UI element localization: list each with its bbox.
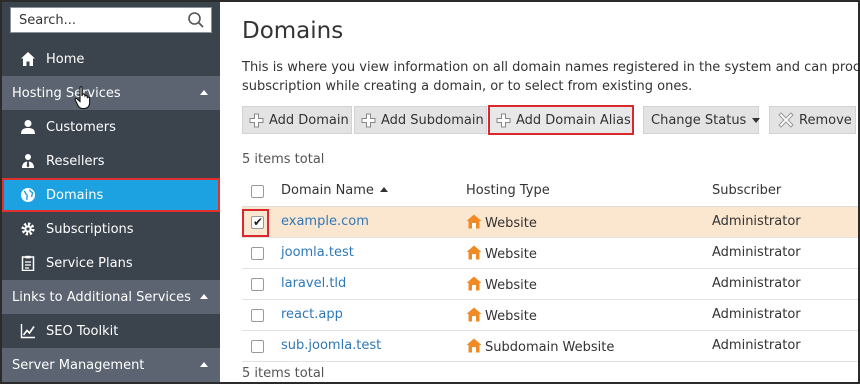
search-box[interactable] <box>10 7 212 33</box>
section-links-additional-services[interactable]: Links to Additional Services <box>2 280 220 314</box>
table-row[interactable]: ✔ example.com Website Administrator <box>242 207 858 238</box>
domain-link[interactable]: laravel.tld <box>281 276 346 291</box>
gear-icon <box>20 221 36 237</box>
subdomain-house-icon <box>466 338 482 353</box>
clipboard-icon <box>20 255 36 271</box>
plus-icon <box>361 113 376 127</box>
sidebar: Home Hosting Services Customers Reseller… <box>2 2 220 382</box>
column-header-subscriber[interactable]: Subscriber <box>712 183 781 198</box>
add-subdomain-button[interactable]: Add Subdomain <box>354 106 487 134</box>
hosting-type-cell: Website <box>466 276 537 293</box>
items-total: 5 items total <box>242 152 325 167</box>
hosting-type-cell: Website <box>466 307 537 324</box>
domain-link[interactable]: example.com <box>281 214 369 229</box>
domain-link[interactable]: joomla.test <box>281 245 354 260</box>
hosting-type-label: Website <box>485 247 537 262</box>
collapse-caret-icon[interactable] <box>200 294 208 299</box>
hosting-type-cell: Website <box>466 214 537 231</box>
column-header-label: Domain Name <box>281 183 374 198</box>
chart-icon <box>20 323 36 339</box>
subscriber-cell: Administrator <box>712 276 801 291</box>
section-label: Server Management <box>12 357 145 373</box>
sidebar-item-label: Resellers <box>46 153 105 169</box>
plus-icon <box>496 113 511 127</box>
page-description: This is where you view information on al… <box>242 58 860 96</box>
reseller-icon <box>20 153 36 169</box>
section-label: Hosting Services <box>12 85 121 101</box>
sidebar-item-service-plans[interactable]: Service Plans <box>2 246 220 280</box>
hosting-type-cell: Subdomain Website <box>466 338 614 355</box>
collapse-caret-icon[interactable] <box>200 90 208 95</box>
app-window: Home Hosting Services Customers Reseller… <box>0 0 860 384</box>
search-input[interactable] <box>11 8 181 32</box>
main-content: Domains This is where you view informati… <box>220 2 860 382</box>
hosting-type-label: Website <box>485 278 537 293</box>
sidebar-item-label: Subscriptions <box>46 221 134 237</box>
website-house-icon <box>466 214 482 229</box>
button-label: Change Status <box>651 112 747 128</box>
search-icon[interactable] <box>187 11 205 29</box>
row-checkbox[interactable] <box>251 340 264 353</box>
sidebar-item-customers[interactable]: Customers <box>2 110 220 144</box>
home-icon <box>20 51 36 67</box>
change-status-dropdown[interactable]: Change Status <box>643 106 761 134</box>
sidebar-item-label: Domains <box>46 187 104 203</box>
plus-icon <box>249 113 264 127</box>
sidebar-item-home[interactable]: Home <box>2 42 220 76</box>
hand-cursor-icon <box>74 86 91 110</box>
checkbox-highlight-box <box>242 209 269 237</box>
column-header-domain-name[interactable]: Domain Name <box>281 183 388 198</box>
globe-icon <box>20 187 36 203</box>
section-label: Links to Additional Services <box>12 289 191 305</box>
add-domain-button[interactable]: Add Domain <box>242 106 352 134</box>
hosting-type-cell: Website <box>466 245 537 262</box>
row-checkbox[interactable] <box>251 278 264 291</box>
chevron-down-icon <box>752 117 761 123</box>
sidebar-item-label: Home <box>46 51 85 67</box>
button-label: Add Domain <box>269 112 349 128</box>
button-label: Remove <box>799 112 852 128</box>
website-house-icon <box>466 245 482 260</box>
items-total: 5 items total <box>242 366 325 381</box>
subscriber-cell: Administrator <box>712 245 801 260</box>
hosting-type-label: Website <box>485 309 537 324</box>
website-house-icon <box>466 307 482 322</box>
sidebar-item-resellers[interactable]: Resellers <box>2 144 220 178</box>
button-label: Add Domain Alias <box>516 112 631 128</box>
sidebar-item-seo-toolkit[interactable]: SEO Toolkit <box>2 314 220 348</box>
column-header-hosting-type[interactable]: Hosting Type <box>466 183 550 198</box>
page-title: Domains <box>242 18 344 44</box>
row-checkbox[interactable] <box>251 309 264 322</box>
table-row[interactable]: laravel.tld Website Administrator <box>242 269 858 300</box>
add-domain-alias-button[interactable]: Add Domain Alias <box>488 105 634 135</box>
domain-link[interactable]: react.app <box>281 307 343 322</box>
hosting-type-label: Subdomain Website <box>485 340 615 355</box>
subscriber-cell: Administrator <box>712 214 801 229</box>
subscriber-cell: Administrator <box>712 338 801 353</box>
sidebar-item-label: Service Plans <box>46 255 133 271</box>
sidebar-item-label: SEO Toolkit <box>46 323 119 339</box>
sidebar-item-domains[interactable]: Domains <box>2 178 220 212</box>
sidebar-item-label: Customers <box>46 119 116 135</box>
description-line: This is where you view information on al… <box>242 60 860 75</box>
remove-button[interactable]: Remove <box>769 106 856 134</box>
row-checkbox[interactable] <box>251 247 264 260</box>
section-hosting-services[interactable]: Hosting Services <box>2 76 220 110</box>
subscriber-cell: Administrator <box>712 307 801 322</box>
table-row[interactable]: react.app Website Administrator <box>242 300 858 331</box>
domain-link[interactable]: sub.joomla.test <box>281 338 381 353</box>
table-row[interactable]: sub.joomla.test Subdomain Website Admini… <box>242 331 858 362</box>
remove-icon <box>778 112 794 128</box>
website-house-icon <box>466 276 482 291</box>
sort-ascending-icon <box>379 187 388 192</box>
sidebar-item-subscriptions[interactable]: Subscriptions <box>2 212 220 246</box>
user-icon <box>20 119 36 135</box>
select-all-checkbox[interactable] <box>251 185 264 198</box>
description-line: subscription while creating a domain, or… <box>242 79 693 94</box>
collapse-caret-icon[interactable] <box>200 362 208 367</box>
hosting-type-label: Website <box>485 216 537 231</box>
table-row[interactable]: joomla.test Website Administrator <box>242 238 858 269</box>
button-label: Add Subdomain <box>381 112 484 128</box>
section-server-management[interactable]: Server Management <box>2 348 220 382</box>
